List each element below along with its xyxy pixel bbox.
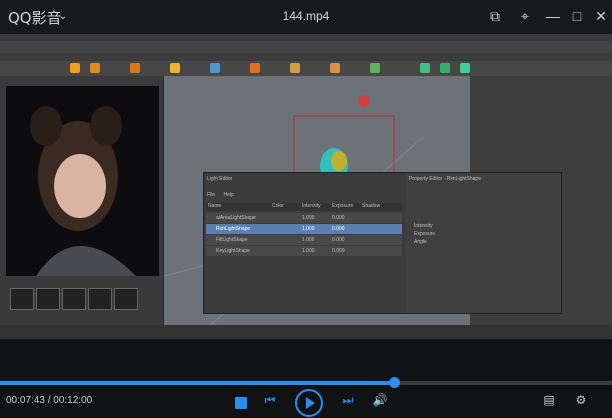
field-label: Intensity — [414, 223, 433, 229]
maximize-icon[interactable]: □ — [566, 6, 588, 26]
light-editor-title: Light Editor — [207, 176, 233, 182]
shelf-icon — [250, 63, 260, 73]
current-time: 00:07:43 — [6, 395, 45, 406]
property-editor-title: Property Editor - RimLightShape — [409, 176, 481, 182]
shelf-icon — [460, 63, 470, 73]
property-editor: Property Editor - RimLightShape Intensit… — [406, 173, 561, 313]
light-row[interactable]: FillLightShape 1.000 0.000 — [206, 235, 402, 245]
column-header-row: Name Color Intensity Exposure Shadow — [206, 203, 402, 211]
close-icon[interactable]: ✕ — [590, 6, 612, 26]
render-view — [6, 86, 159, 276]
snapshot-thumb[interactable] — [62, 288, 86, 310]
maya-menubar — [0, 34, 612, 41]
col-intensity: Intensity — [302, 203, 321, 209]
play-button[interactable] — [294, 388, 324, 418]
next-button[interactable]: ⏭ — [340, 393, 356, 408]
stop-button[interactable] — [235, 397, 247, 409]
shelf-icon — [440, 63, 450, 73]
field-label: Exposure — [414, 231, 436, 237]
time-readout: 00:07:43 / 00:12:00 — [6, 395, 92, 406]
minimize-icon[interactable]: — — [542, 6, 564, 26]
maya-status-line — [0, 41, 612, 53]
maya-timeline[interactable] — [0, 325, 612, 339]
pin-icon[interactable]: ⌖ — [514, 6, 536, 26]
time-separator: / — [47, 395, 51, 406]
shelf-icon — [420, 63, 430, 73]
settings-icon[interactable]: ⚙ — [572, 393, 590, 407]
shelf-icon — [170, 63, 180, 73]
shelf-icon — [70, 63, 80, 73]
col-shadow: Shadow — [362, 203, 381, 209]
total-duration: 00:12:00 — [53, 395, 93, 406]
player-bottom-area — [0, 339, 612, 369]
shelf-icon — [330, 63, 340, 73]
light-row[interactable]: aiAreaLightShape 1.000 0.000 — [206, 213, 402, 223]
light-row-selected[interactable]: RimLightShape 1.000 0.000 — [206, 224, 402, 234]
shelf-icon — [130, 63, 140, 73]
video-frame[interactable]: Light Editor File Help Name Color Intens… — [0, 34, 612, 339]
field-label: Angle — [414, 239, 427, 245]
col-exposure: Exposure — [332, 203, 354, 209]
shelf-icon — [290, 63, 300, 73]
snapshot-thumb[interactable] — [10, 288, 34, 310]
maya-shelf-tabs — [0, 53, 612, 61]
light-row[interactable]: KeyLightShape 1.000 0.000 — [206, 246, 402, 256]
col-name: Name — [208, 203, 222, 209]
snapshot-thumb[interactable] — [114, 288, 138, 310]
screenshot-icon[interactable]: ⧉ — [484, 6, 506, 26]
light-editor-window[interactable]: Light Editor File Help Name Color Intens… — [203, 172, 562, 314]
player-titlebar: QQ影音 ⌄ 144.mp4 ⧉ ⌖ — □ ✕ — [0, 0, 612, 34]
snapshot-thumb[interactable] — [88, 288, 112, 310]
playlist-icon[interactable]: ▤ — [540, 393, 558, 407]
portrait-render — [6, 86, 159, 276]
shelf-icon — [370, 63, 380, 73]
snapshot-thumb[interactable] — [36, 288, 60, 310]
shelf-icon — [210, 63, 220, 73]
menu-help[interactable]: Help — [224, 192, 234, 198]
volume-icon[interactable]: 🔊 — [372, 393, 388, 407]
shelf-icon — [90, 63, 100, 73]
menu-file[interactable]: File — [207, 192, 215, 198]
progress-fill — [0, 381, 394, 385]
progress-handle[interactable] — [388, 377, 400, 388]
previous-button[interactable]: ⏮ — [262, 393, 278, 408]
col-color: Color — [272, 203, 284, 209]
snapshot-strip — [6, 282, 159, 310]
